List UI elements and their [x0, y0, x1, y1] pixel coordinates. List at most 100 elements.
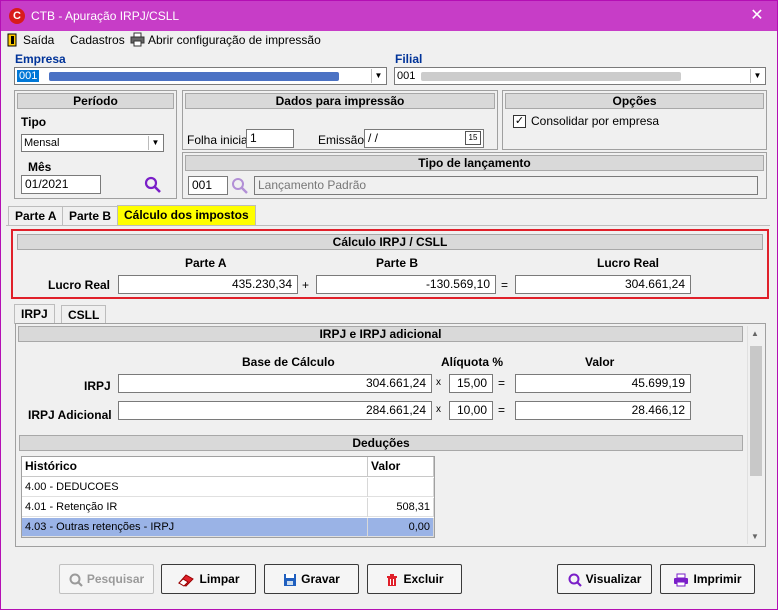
consolidar-checkbox[interactable]: ✓: [513, 115, 526, 128]
valor-cell: 0,00: [368, 518, 434, 537]
plus-sign: +: [302, 278, 310, 292]
irpj-aliquota-input[interactable]: 15,00: [449, 374, 493, 393]
emissao-value: / /: [368, 131, 379, 145]
trash-icon: [387, 573, 398, 586]
periodo-title: Período: [17, 93, 174, 109]
parte-a-value: 435.230,34: [118, 275, 298, 294]
imprimir-button[interactable]: Imprimir: [660, 564, 755, 594]
menu-cadastros[interactable]: Cadastros: [70, 33, 125, 47]
printer-icon: [674, 573, 689, 587]
folha-inicial-input[interactable]: 1: [246, 129, 294, 148]
save-disk-icon: [284, 573, 297, 586]
empresa-name-redacted: [49, 72, 339, 81]
application-window: C CTB - Apuração IRPJ/CSLL ✕ Saída Cadas…: [0, 0, 778, 610]
valor-cell: 508,31: [368, 498, 434, 517]
emissao-label: Emissão: [318, 133, 365, 147]
table-row-selected[interactable]: 4.03 - Outras retenções - IRPJ 0,00: [22, 518, 434, 537]
scroll-down-icon[interactable]: ▼: [751, 532, 759, 541]
menu-print-config[interactable]: Abrir configuração de impressão: [148, 33, 321, 47]
calculo-group: Cálculo IRPJ / CSLL Parte A Parte B Lucr…: [15, 232, 765, 295]
opcoes-title: Opções: [505, 93, 764, 109]
filial-label: Filial: [395, 52, 423, 66]
equals-sign: =: [498, 403, 506, 417]
mes-input[interactable]: 01/2021: [21, 175, 101, 194]
historico-cell: 4.01 - Retenção IR: [22, 498, 368, 517]
imprimir-label: Imprimir: [693, 572, 742, 586]
col-valor: Valor: [585, 355, 615, 369]
consolidar-label: Consolidar por empresa: [531, 114, 660, 128]
empresa-select[interactable]: 001 ▼: [14, 67, 387, 85]
irpj-valor-value: 45.699,19: [515, 374, 691, 393]
search-icon[interactable]: [231, 177, 249, 195]
vertical-scrollbar[interactable]: ▲ ▼: [747, 326, 763, 544]
irpj-adicional-base-value: 284.661,24: [118, 401, 432, 420]
close-icon[interactable]: ✕: [743, 5, 771, 27]
empresa-label: Empresa: [15, 52, 66, 66]
irpj-base-value: 304.661,24: [118, 374, 432, 393]
equals-sign: =: [501, 278, 509, 292]
irpj-adicional-aliquota-input[interactable]: 10,00: [449, 401, 493, 420]
limpar-button[interactable]: Limpar: [161, 564, 256, 594]
irpj-adicional-label: IRPJ Adicional: [28, 408, 112, 422]
tab-parte-a[interactable]: Parte A: [8, 206, 64, 226]
tipo-lancamento-description: Lançamento Padrão: [254, 176, 758, 195]
col-parte-a: Parte A: [185, 256, 227, 270]
visualizar-label: Visualizar: [585, 572, 642, 586]
equals-sign: =: [498, 376, 506, 390]
gravar-label: Gravar: [301, 572, 340, 586]
tab-irpj[interactable]: IRPJ: [14, 304, 55, 324]
filial-name-redacted: [421, 72, 681, 81]
pesquisar-label: Pesquisar: [86, 572, 145, 586]
pesquisar-button[interactable]: Pesquisar: [59, 564, 154, 594]
scrollbar-thumb[interactable]: [750, 346, 762, 476]
irpj-panel: IRPJ e IRPJ adicional Base de Cálculo Al…: [15, 323, 766, 547]
tipo-lancamento-group: Tipo de lançamento 001 Lançamento Padrão: [182, 152, 767, 199]
visualizar-button[interactable]: Visualizar: [557, 564, 652, 594]
historico-cell: 4.03 - Outras retenções - IRPJ: [22, 518, 368, 537]
opcoes-group: Opções ✓ Consolidar por empresa: [502, 90, 767, 150]
col-historico: Histórico: [22, 457, 368, 477]
gravar-button[interactable]: Gravar: [264, 564, 359, 594]
table-row[interactable]: 4.00 - DEDUCOES: [22, 478, 434, 497]
excluir-label: Excluir: [403, 572, 444, 586]
window-title: CTB - Apuração IRPJ/CSLL: [31, 9, 180, 23]
table-row[interactable]: 4.01 - Retenção IR 508,31: [22, 498, 434, 517]
tab-parte-b[interactable]: Parte B: [62, 206, 119, 226]
times-sign: x: [436, 404, 441, 415]
tab-calculo-impostos[interactable]: Cálculo dos impostos: [117, 205, 256, 226]
scroll-up-icon[interactable]: ▲: [751, 329, 759, 338]
chevron-down-icon[interactable]: ▼: [750, 69, 764, 83]
search-icon[interactable]: [144, 176, 162, 194]
mes-label: Mês: [28, 160, 52, 174]
title-bar: C CTB - Apuração IRPJ/CSLL ✕: [1, 1, 777, 31]
printer-icon: [130, 32, 145, 47]
emissao-input[interactable]: / / 15: [364, 129, 484, 148]
parte-b-value: -130.569,10: [316, 275, 496, 294]
eraser-icon: [178, 574, 195, 587]
search-icon: [69, 573, 83, 587]
tipo-select[interactable]: Mensal ▼: [21, 134, 164, 152]
irpj-title: IRPJ e IRPJ adicional: [18, 326, 743, 342]
dados-impressao-title: Dados para impressão: [185, 93, 495, 109]
exit-door-icon: [7, 33, 17, 47]
times-sign: x: [436, 377, 441, 388]
historico-cell: 4.00 - DEDUCOES: [22, 478, 368, 497]
calendar-icon[interactable]: 15: [465, 131, 481, 145]
tipo-value: Mensal: [24, 137, 60, 149]
col-parte-b: Parte B: [376, 256, 419, 270]
empresa-code: 001: [17, 70, 40, 82]
tipo-lancamento-code-input[interactable]: 001: [188, 176, 228, 195]
menu-saida[interactable]: Saída: [23, 33, 54, 47]
tab-csll[interactable]: CSLL: [61, 305, 107, 325]
chevron-down-icon[interactable]: ▼: [371, 69, 385, 83]
lucro-real-label: Lucro Real: [48, 278, 111, 292]
valor-cell: [368, 478, 434, 497]
col-base-calculo: Base de Cálculo: [242, 355, 335, 369]
filial-select[interactable]: 001 ▼: [394, 67, 766, 85]
limpar-label: Limpar: [199, 572, 240, 586]
col-aliquota: Alíquota %: [441, 355, 503, 369]
periodo-group: Período Tipo Mensal ▼ Mês 01/2021: [14, 90, 177, 199]
filial-code: 001: [397, 70, 416, 82]
excluir-button[interactable]: Excluir: [367, 564, 462, 594]
chevron-down-icon[interactable]: ▼: [148, 136, 162, 150]
